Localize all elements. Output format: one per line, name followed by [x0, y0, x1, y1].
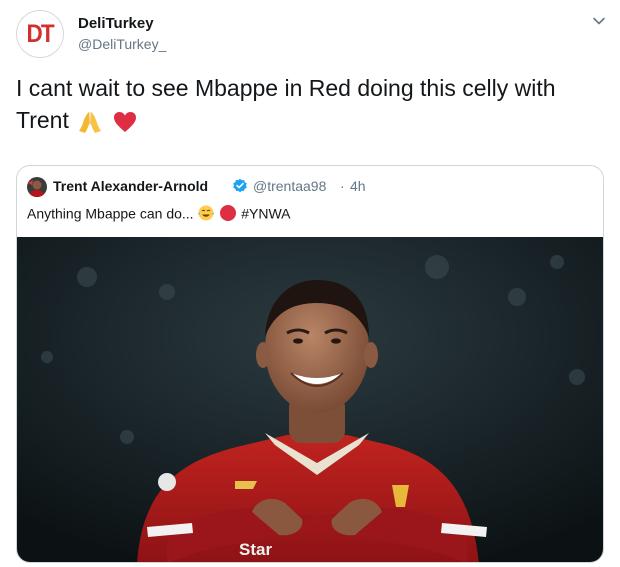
quoted-handle[interactable]: @trentaa98	[253, 178, 326, 194]
quoted-text-body: Anything Mbappe can do...	[27, 205, 194, 222]
red-heart-icon	[113, 111, 136, 132]
display-name[interactable]: DeliTurkey	[78, 15, 154, 32]
meta-separator: ·	[340, 178, 345, 194]
verified-badge-icon	[233, 178, 247, 193]
hashtag-link[interactable]: #YNWA	[241, 205, 290, 221]
user-handle[interactable]: @DeliTurkey_	[78, 36, 166, 52]
quoted-avatar[interactable]	[27, 177, 47, 197]
quoted-tweet[interactable]: Trent Alexander-Arnold @trentaa98 · 4h A…	[16, 165, 604, 563]
quoted-avatar-image	[27, 177, 47, 197]
folded-hands-icon	[79, 111, 102, 133]
tweet-card: DT DeliTurkey @DeliTurkey_ I cant wait t…	[0, 0, 620, 567]
avatar[interactable]: DT	[16, 10, 64, 58]
red-circle-icon	[220, 205, 237, 222]
player-photo: Star	[17, 237, 603, 562]
chevron-down-icon[interactable]	[592, 14, 606, 28]
avatar-logo-text: DT	[26, 19, 55, 48]
quoted-text: Anything Mbappe can do... #YNWA	[27, 204, 291, 222]
tweet-text: I cant wait to see Mbappe in Red doing t…	[16, 72, 606, 136]
tears-of-joy-icon	[198, 205, 215, 221]
quoted-timestamp[interactable]: 4h	[350, 178, 366, 194]
jersey-sponsor-text: Star	[239, 540, 272, 559]
quoted-media-image[interactable]: Star	[17, 237, 603, 562]
quoted-display-name[interactable]: Trent Alexander-Arnold	[53, 178, 208, 194]
